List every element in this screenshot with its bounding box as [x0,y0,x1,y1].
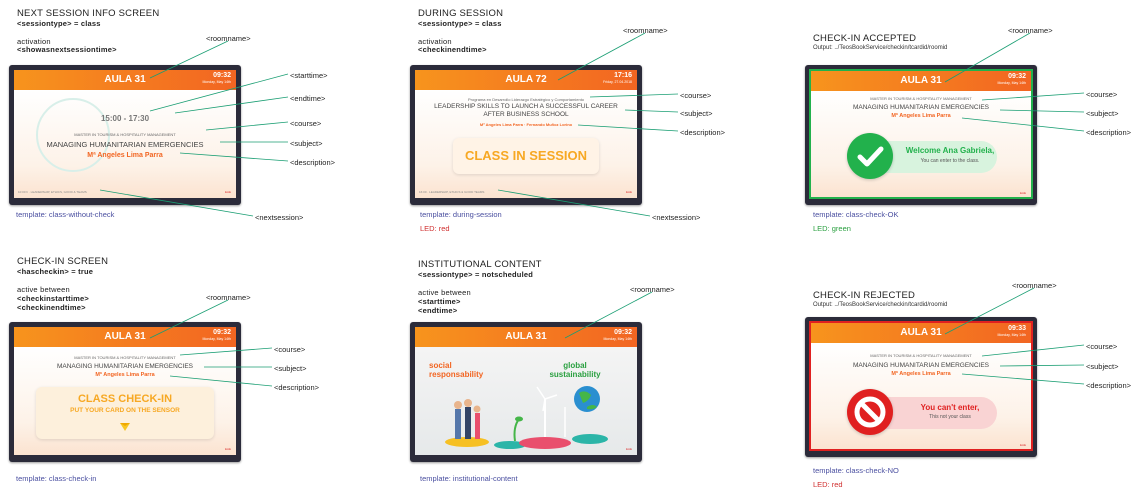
annotation-lines [99,32,1085,387]
